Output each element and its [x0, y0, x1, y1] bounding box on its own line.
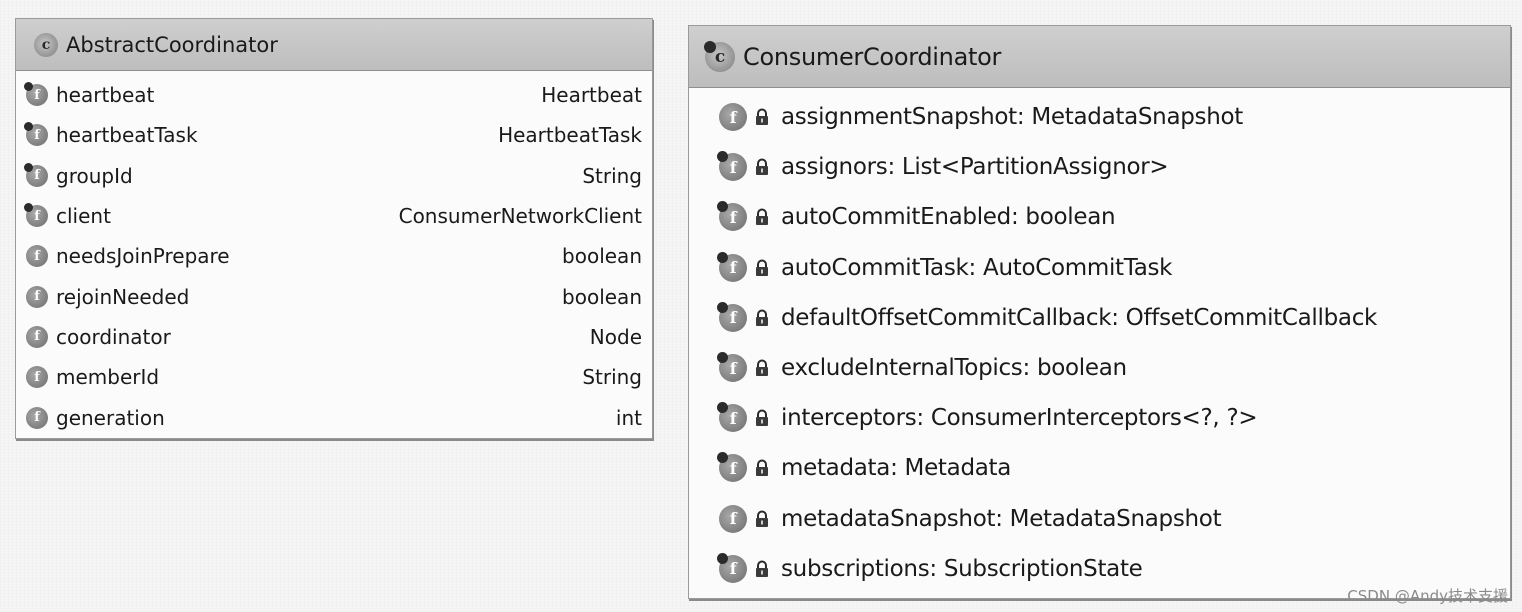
field-type: boolean — [562, 244, 642, 269]
field-icon: f — [24, 203, 48, 228]
field-icon: f — [717, 251, 747, 282]
field-signature: metadataSnapshot: MetadataSnapshot — [781, 505, 1222, 532]
field-row[interactable]: f autoCommitTask: AutoCommitTask — [689, 243, 1510, 293]
field-type: boolean — [562, 284, 642, 309]
field-row[interactable]: f autoCommitEnabled: boolean — [689, 192, 1510, 242]
lock-icon — [755, 108, 769, 126]
field-row[interactable]: f needsJoinPrepare boolean — [16, 236, 652, 276]
field-signature: metadata: Metadata — [781, 455, 1012, 482]
modifier-dot-icon — [24, 82, 33, 92]
field-name: memberId — [56, 365, 160, 390]
field-icon: f — [717, 301, 747, 332]
field-icon: f — [24, 82, 48, 107]
modifier-dot-icon — [717, 352, 728, 364]
lock-icon — [755, 208, 769, 226]
field-type: Node — [589, 324, 642, 349]
field-signature: excludeInternalTopics: boolean — [781, 355, 1127, 382]
field-icon: f — [717, 552, 747, 583]
field-signature: subscriptions: SubscriptionState — [781, 555, 1143, 582]
field-type: String — [582, 365, 642, 390]
field-row[interactable]: f metadata: Metadata — [689, 443, 1510, 493]
field-icon: f — [717, 402, 747, 433]
lock-icon — [755, 359, 769, 377]
modifier-dot-icon — [24, 122, 33, 132]
field-icon: f — [26, 366, 48, 389]
field-row[interactable]: f interceptors: ConsumerInterceptors<?, ?… — [689, 393, 1510, 443]
field-row[interactable]: f rejoinNeeded boolean — [16, 276, 652, 316]
field-type: Heartbeat — [541, 83, 642, 108]
field-row[interactable]: f metadataSnapshot: MetadataSnapshot — [689, 494, 1510, 544]
modifier-dot-icon — [717, 552, 728, 564]
field-icon: f — [24, 162, 48, 187]
field-signature: assignors: List<PartitionAssignor> — [781, 154, 1169, 181]
class-icon: c — [34, 32, 58, 57]
field-list: f heartbeat Heartbeat f heartbeatTask Heartbe… — [16, 71, 652, 438]
class-header: c AbstractCoordinator — [16, 19, 652, 71]
class-header: c ConsumerCoordinator — [689, 26, 1510, 88]
field-icon: f — [26, 325, 48, 348]
field-type: String — [582, 163, 642, 188]
field-icon: f — [719, 504, 747, 533]
field-row[interactable]: f assignmentSnapshot: MetadataSnapshot — [689, 92, 1510, 142]
field-name: groupId — [56, 163, 133, 188]
watermark: CSDN @Andy技术支援 — [1347, 587, 1508, 605]
field-name: client — [56, 204, 111, 229]
modifier-dot-icon — [717, 452, 728, 464]
lock-icon — [755, 158, 769, 176]
field-signature: interceptors: ConsumerInterceptors<?, ?> — [781, 405, 1258, 432]
field-name: coordinator — [56, 324, 171, 349]
field-type: int — [615, 405, 642, 430]
field-row[interactable]: f defaultOffsetCommitCallback: OffsetComm… — [689, 293, 1510, 343]
field-row[interactable]: f memberId String — [16, 357, 652, 397]
field-icon: f — [26, 285, 48, 308]
lock-icon — [755, 409, 769, 427]
field-name: rejoinNeeded — [56, 284, 190, 309]
class-box-abstract-coordinator[interactable]: c AbstractCoordinator f heartbeat Heartbea… — [15, 18, 653, 439]
field-row[interactable]: f heartbeatTask HeartbeatTask — [16, 115, 652, 155]
field-icon: f — [717, 151, 747, 182]
modifier-dot-icon — [717, 151, 728, 163]
field-name: needsJoinPrepare — [56, 244, 230, 269]
field-row[interactable]: f generation int — [16, 397, 652, 437]
field-row[interactable]: f excludeInternalTopics: boolean — [689, 343, 1510, 393]
field-row[interactable]: f heartbeat Heartbeat — [16, 75, 652, 115]
field-icon: f — [24, 122, 48, 147]
field-type: HeartbeatTask — [498, 123, 642, 148]
modifier-dot-icon — [717, 201, 728, 213]
field-icon: f — [717, 352, 747, 383]
modifier-dot-icon — [717, 251, 728, 263]
field-icon: f — [26, 245, 48, 268]
field-icon: f — [26, 406, 48, 429]
field-name: heartbeat — [56, 83, 155, 108]
lock-icon — [755, 560, 769, 578]
field-signature: autoCommitTask: AutoCommitTask — [781, 254, 1173, 281]
field-icon: f — [719, 103, 747, 132]
field-row[interactable]: f groupId String — [16, 156, 652, 196]
field-row[interactable]: f coordinator Node — [16, 317, 652, 357]
modifier-dot-icon — [717, 402, 728, 414]
class-box-consumer-coordinator[interactable]: c ConsumerCoordinator f assignmentSnapsho… — [688, 25, 1511, 599]
field-row[interactable]: f assignors: List<PartitionAssignor> — [689, 142, 1510, 192]
field-list: f assignmentSnapshot: MetadataSnapshot f as… — [689, 88, 1510, 594]
class-icon: c — [704, 40, 735, 72]
field-type: ConsumerNetworkClient — [398, 204, 642, 229]
lock-icon — [755, 510, 769, 528]
field-name: generation — [56, 405, 165, 430]
lock-icon — [755, 259, 769, 277]
field-signature: assignmentSnapshot: MetadataSnapshot — [781, 104, 1243, 131]
class-name: ConsumerCoordinator — [743, 42, 1002, 71]
field-row[interactable]: f client ConsumerNetworkClient — [16, 196, 652, 236]
modifier-dot-icon — [24, 162, 33, 172]
field-signature: autoCommitEnabled: boolean — [781, 204, 1116, 231]
field-icon: f — [717, 452, 747, 483]
lock-icon — [755, 459, 769, 477]
field-icon: f — [717, 201, 747, 232]
modifier-dot-icon — [717, 301, 728, 313]
class-name: AbstractCoordinator — [66, 32, 278, 57]
lock-icon — [755, 309, 769, 327]
field-signature: defaultOffsetCommitCallback: OffsetCommi… — [781, 304, 1378, 331]
modifier-dot-icon — [24, 203, 33, 213]
field-name: heartbeatTask — [56, 123, 198, 148]
